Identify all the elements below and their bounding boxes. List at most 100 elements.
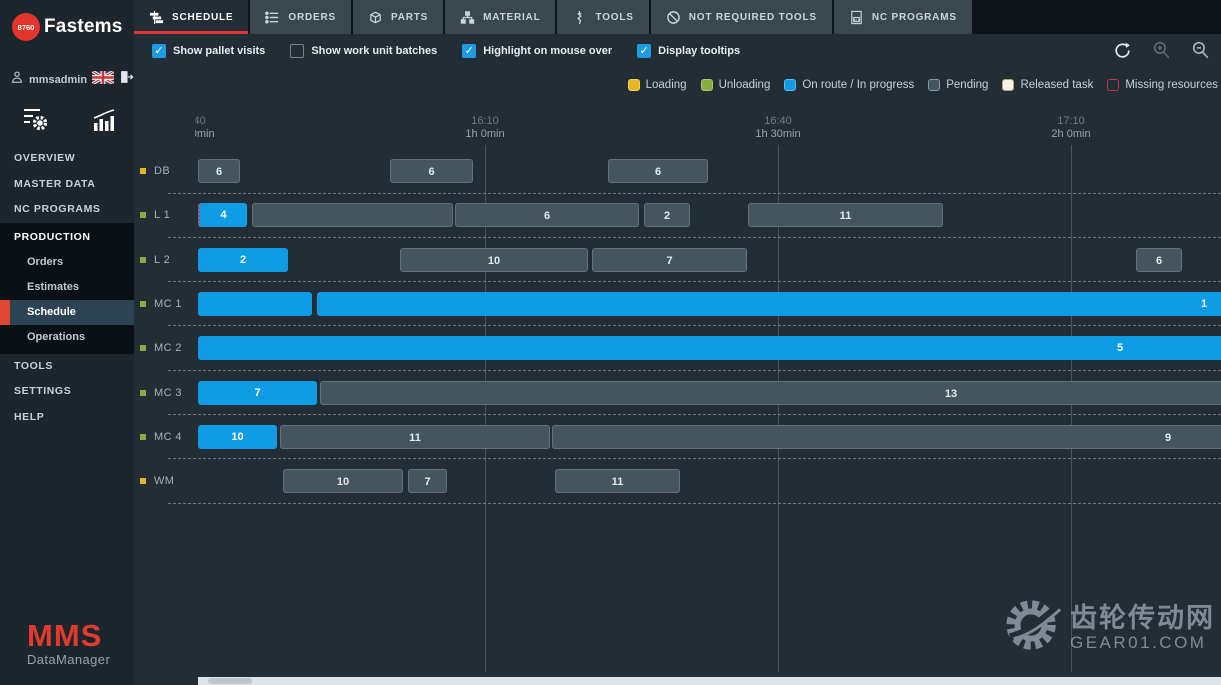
refresh-icon[interactable] — [1112, 40, 1133, 66]
row-marker-icon — [140, 301, 146, 307]
gantt-bar-mc1-1[interactable]: 1 — [317, 292, 1221, 316]
gantt-bar-db-6[interactable]: 6 — [198, 159, 240, 183]
gantt-bar-l1-4[interactable]: 4 — [198, 203, 247, 227]
gantt-bar-mc3-13[interactable]: 13 — [320, 381, 1221, 405]
row-separator — [168, 193, 1221, 194]
sidebar-item-schedule[interactable]: Schedule — [0, 300, 134, 325]
fastems-logo: 8760 Fastems — [12, 13, 123, 41]
gear-logo-icon — [1002, 594, 1064, 661]
gantt-bar-l2-6[interactable]: 6 — [1136, 248, 1182, 272]
row-name: L 2 — [154, 254, 170, 266]
row-label-mc2[interactable]: MC 2 — [140, 336, 182, 360]
sidebar-item-operations[interactable]: Operations — [0, 325, 134, 350]
sidebar-item-settings[interactable]: SETTINGS — [0, 379, 134, 405]
row-name: MC 2 — [154, 342, 182, 354]
gantt-bar-wm-7[interactable]: 7 — [408, 469, 447, 493]
tab-schedule[interactable]: SCHEDULE — [134, 0, 248, 34]
uk-flag-icon[interactable] — [92, 71, 114, 89]
nc-programs-icon: NC — [849, 10, 864, 25]
gantt-bar-l2-10[interactable]: 10 — [400, 248, 588, 272]
row-label-wm[interactable]: WM — [140, 469, 174, 493]
schedule-icon — [149, 10, 164, 25]
tab-tools[interactable]: TOOLS — [557, 0, 648, 34]
legend-item-released-task: Released task — [1002, 79, 1093, 91]
legend-label: Missing resources — [1125, 79, 1218, 91]
sidebar-item-nc-programs[interactable]: NC PROGRAMS — [0, 197, 134, 223]
gantt-bar-mc3-7[interactable]: 7 — [198, 381, 317, 405]
gantt-bar-mc1[interactable] — [198, 292, 312, 316]
checkbox-box[interactable]: ✓ — [152, 44, 166, 58]
zoom-in-icon[interactable] — [1151, 40, 1172, 66]
user-row[interactable]: mmsadmin — [10, 70, 134, 89]
row-separator — [168, 370, 1221, 371]
tick-time: 17:10 — [1051, 115, 1090, 128]
gantt-bar-wm-10[interactable]: 10 — [283, 469, 403, 493]
row-name: MC 1 — [154, 298, 182, 310]
gantt-bar-l2-2[interactable]: 2 — [198, 248, 288, 272]
sidebar-item-help[interactable]: HELP — [0, 405, 134, 431]
scrollbar-thumb[interactable] — [208, 678, 252, 684]
parts-icon — [368, 10, 383, 25]
sidebar-item-orders[interactable]: Orders — [0, 250, 134, 275]
horizontal-scrollbar[interactable] — [198, 677, 1221, 685]
legend-label: Pending — [946, 79, 988, 91]
checkbox-highlight-on-mouse-over[interactable]: ✓Highlight on mouse over — [462, 44, 612, 58]
bar-label: 6 — [1156, 249, 1162, 273]
checkbox-show-work-unit-batches[interactable]: Show work unit batches — [290, 44, 437, 58]
gantt-plot-area: 15:400h 30min16:101h 0min16:401h 30min17… — [195, 110, 1221, 672]
zoom-out-icon[interactable] — [1190, 40, 1211, 66]
module-switcher — [0, 102, 134, 140]
tab-label: ORDERS — [288, 12, 336, 23]
gantt-bar-l1[interactable] — [252, 203, 453, 227]
sidebar-item-estimates[interactable]: Estimates — [0, 275, 134, 300]
gantt-bar-l1-2[interactable]: 2 — [644, 203, 690, 227]
row-separator — [168, 458, 1221, 459]
row-label-mc1[interactable]: MC 1 — [140, 292, 182, 316]
sidebar-item-production[interactable]: PRODUCTION — [0, 225, 134, 250]
tick-elapsed: 1h 0min — [465, 128, 504, 141]
legend-item-loading: Loading — [628, 79, 687, 91]
gantt-bar-db-6[interactable]: 6 — [390, 159, 473, 183]
bar-label: 13 — [945, 382, 957, 406]
checkbox-label: Show pallet visits — [173, 45, 265, 57]
gantt-bar-l1-6[interactable]: 6 — [455, 203, 639, 227]
tick-elapsed: 1h 30min — [755, 128, 800, 141]
gantt-bar-l2-7[interactable]: 7 — [592, 248, 747, 272]
bar-label: 11 — [612, 470, 624, 494]
tab-orders[interactable]: ORDERS — [250, 0, 351, 34]
row-label-l1[interactable]: L 1 — [140, 203, 170, 227]
row-label-mc3[interactable]: MC 3 — [140, 381, 182, 405]
statistics-module-icon[interactable] — [90, 106, 118, 139]
sidebar-item-tools[interactable]: TOOLS — [0, 354, 134, 380]
row-label-mc4[interactable]: MC 4 — [140, 425, 182, 449]
row-label-db[interactable]: DB — [140, 159, 170, 183]
checkbox-box[interactable] — [290, 44, 304, 58]
tab-parts[interactable]: PARTS — [353, 0, 443, 34]
tab-material[interactable]: MATERIAL — [445, 0, 555, 34]
logout-icon[interactable] — [119, 70, 134, 89]
legend-swatch-icon — [1002, 79, 1014, 91]
legend-swatch-icon — [928, 79, 940, 91]
row-separator — [168, 281, 1221, 282]
checkbox-box[interactable]: ✓ — [462, 44, 476, 58]
legend-item-on-route-in-progress: On route / In progress — [784, 79, 914, 91]
tab-nc-programs[interactable]: NCNC PROGRAMS — [834, 0, 972, 34]
bar-label: 11 — [840, 204, 852, 228]
tab-not-required-tools[interactable]: NOT REQUIRED TOOLS — [651, 0, 832, 34]
checkbox-display-tooltips[interactable]: ✓Display tooltips — [637, 44, 740, 58]
gantt-bar-mc4-10[interactable]: 10 — [198, 425, 277, 449]
chart-actions — [1112, 40, 1211, 66]
sidebar-item-overview[interactable]: OVERVIEW — [0, 146, 134, 172]
gantt-bar-wm-11[interactable]: 11 — [555, 469, 680, 493]
gantt-bar-db-6[interactable]: 6 — [608, 159, 708, 183]
gantt-bar-mc4-9[interactable]: 9 — [552, 425, 1221, 449]
gantt-bar-mc4-11[interactable]: 11 — [280, 425, 550, 449]
production-module-icon[interactable] — [20, 104, 50, 139]
checkbox-box[interactable]: ✓ — [637, 44, 651, 58]
sidebar-item-master-data[interactable]: MASTER DATA — [0, 172, 134, 198]
checkbox-show-pallet-visits[interactable]: ✓ Show pallet visits — [152, 44, 265, 58]
gantt-bar-l1-11[interactable]: 11 — [748, 203, 943, 227]
bar-label: 10 — [488, 249, 500, 273]
gantt-bar-mc2-5[interactable]: 5 — [198, 336, 1221, 360]
row-label-l2[interactable]: L 2 — [140, 248, 170, 272]
